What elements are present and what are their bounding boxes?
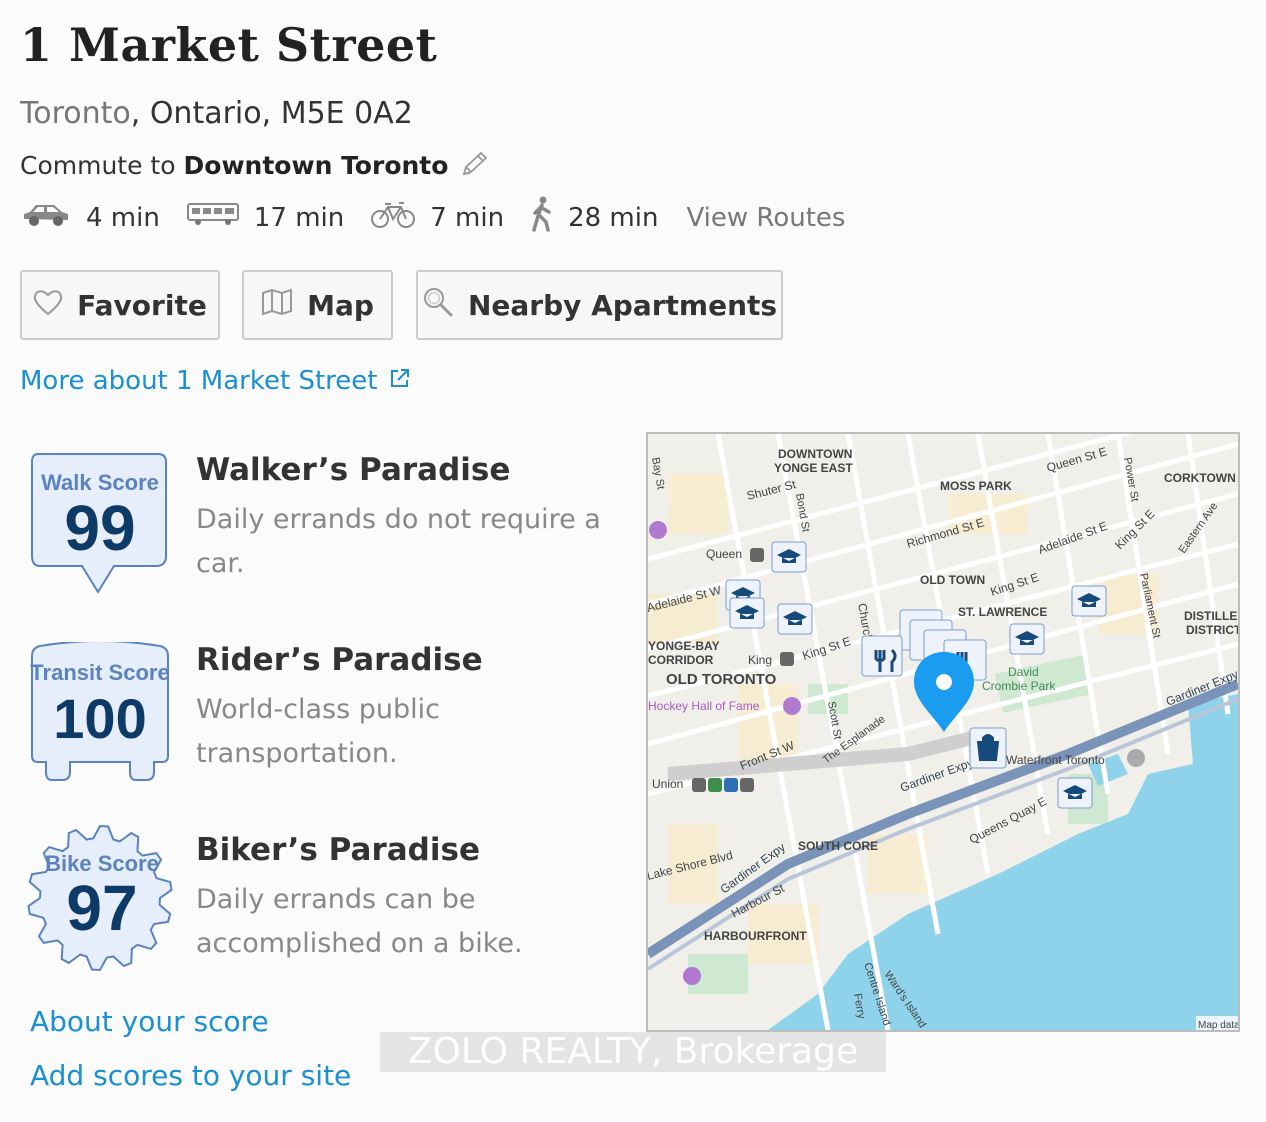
bus-icon (186, 201, 254, 234)
map-label: DOWNTOWN (778, 447, 852, 461)
walk-icon (530, 196, 568, 239)
mode-transit[interactable]: 17 min (186, 201, 344, 234)
map-label: YONGE EAST (774, 461, 853, 475)
attraction-icon (683, 967, 701, 985)
listing-title: 1 Market Street (20, 18, 438, 72)
walk-score-title: Walker’s Paradise (196, 452, 511, 488)
walk-score-description: Daily errands do not require a car. (196, 504, 601, 579)
mode-bike[interactable]: 7 min (370, 199, 504, 236)
school-icon (1057, 777, 1093, 809)
bike-score-title: Biker’s Paradise (196, 832, 480, 868)
school-icon (729, 597, 765, 629)
about-score-link[interactable]: About your score (30, 1005, 269, 1038)
subway-icon (750, 548, 764, 562)
bike-score-badge[interactable]: Bike Score 97 (24, 822, 176, 974)
map-label: ST. LAWRENCE (958, 605, 1047, 619)
search-icon (422, 286, 468, 325)
address-city: Toronto (20, 96, 131, 131)
walk-score-value: 99 (64, 492, 135, 564)
external-link-icon (377, 366, 411, 396)
map-label: David (1008, 665, 1039, 679)
map-label: Hockey Hall of Fame (648, 699, 760, 713)
transit-score-label: Transit Score (30, 660, 169, 685)
map-label: HARBOURFRONT (704, 929, 807, 943)
school-icon (1071, 585, 1107, 617)
go-train-icon (708, 778, 722, 792)
map-canvas[interactable]: DOWNTOWN YONGE EAST Queen St E CORKTOWN … (648, 434, 1238, 1030)
watermark: ZOLO REALTY, Brokerage (380, 1032, 886, 1072)
nearby-apartments-button[interactable]: Nearby Apartments (416, 270, 783, 340)
map-label: King (748, 653, 772, 667)
attraction-icon (649, 521, 667, 539)
commute-prefix: Commute to (20, 150, 176, 180)
map-label: DISTILLERY (1184, 609, 1238, 623)
car-time: 4 min (86, 202, 160, 233)
map-label: OLD TOWN (920, 573, 985, 587)
neighborhood-map[interactable]: DOWNTOWN YONGE EAST Queen St E CORKTOWN … (646, 432, 1240, 1032)
favorite-label: Favorite (77, 288, 207, 322)
map-label: Crombie Park (982, 679, 1056, 693)
commute-line: Commute to Downtown Toronto (20, 150, 490, 180)
map-label: SOUTH CORE (798, 839, 878, 853)
car-icon (20, 201, 86, 234)
map-label: Union (652, 777, 683, 791)
bike-time: 7 min (430, 202, 505, 233)
up-express-icon (724, 778, 738, 792)
school-icon (771, 541, 807, 573)
map-label: YONGE-BAY (648, 639, 720, 653)
bike-score-description: Daily errands can be accomplished on a b… (196, 884, 523, 959)
attraction-icon (783, 697, 801, 715)
map-label: Waterfront Toronto (1006, 753, 1105, 767)
subway-icon (780, 652, 794, 666)
map-label: OLD TORONTO (666, 671, 777, 688)
subway-icon (692, 778, 706, 792)
attraction-icon (1127, 749, 1145, 767)
walk-score-badge[interactable]: Walk Score 99 (24, 452, 172, 600)
map-label: MOSS PARK (940, 479, 1012, 493)
map-icon (261, 288, 307, 323)
bike-icon (370, 199, 430, 236)
transit-score-title: Rider’s Paradise (196, 642, 483, 678)
map-label: CORKTOWN (1164, 471, 1236, 485)
bike-score-value: 97 (66, 872, 137, 944)
nearby-label: Nearby Apartments (467, 288, 778, 322)
map-attribution: Map data (1198, 1020, 1238, 1030)
school-icon (777, 603, 813, 635)
map-label: DISTRICT (1186, 623, 1238, 637)
map-label: CORRIDOR (648, 653, 714, 667)
view-routes-link[interactable]: View Routes (686, 203, 845, 233)
heart-icon (33, 288, 77, 323)
add-scores-link[interactable]: Add scores to your site (30, 1059, 351, 1092)
listing-address: Toronto, Ontario, M5E 0A2 (20, 96, 413, 131)
map-label: Queen (706, 547, 742, 561)
commute-destination[interactable]: Downtown Toronto (184, 151, 449, 180)
subway-icon (740, 778, 754, 792)
transit-score-value: 100 (53, 687, 146, 750)
map-button[interactable]: Map (242, 270, 393, 340)
more-about-link[interactable]: More about 1 Market Street (20, 366, 411, 396)
school-icon (1009, 623, 1045, 655)
shopping-icon (969, 727, 1007, 769)
walk-time: 28 min (568, 202, 659, 233)
transit-score-description: World-class public transportation. (196, 694, 440, 769)
transit-score-badge[interactable]: Transit Score 100 (24, 642, 172, 790)
mode-car[interactable]: 4 min (20, 201, 160, 234)
mode-walk[interactable]: 28 min (530, 196, 658, 239)
favorite-button[interactable]: Favorite (20, 270, 220, 340)
transit-time: 17 min (253, 202, 345, 233)
edit-pencil-icon[interactable] (458, 150, 490, 180)
map-label: Map (307, 288, 374, 322)
commute-modes: 4 min 17 min 7 min 28 min View Routes (20, 196, 845, 239)
address-region: , Ontario, M5E 0A2 (130, 96, 413, 131)
more-about-label: More about 1 Market Street (20, 366, 378, 396)
